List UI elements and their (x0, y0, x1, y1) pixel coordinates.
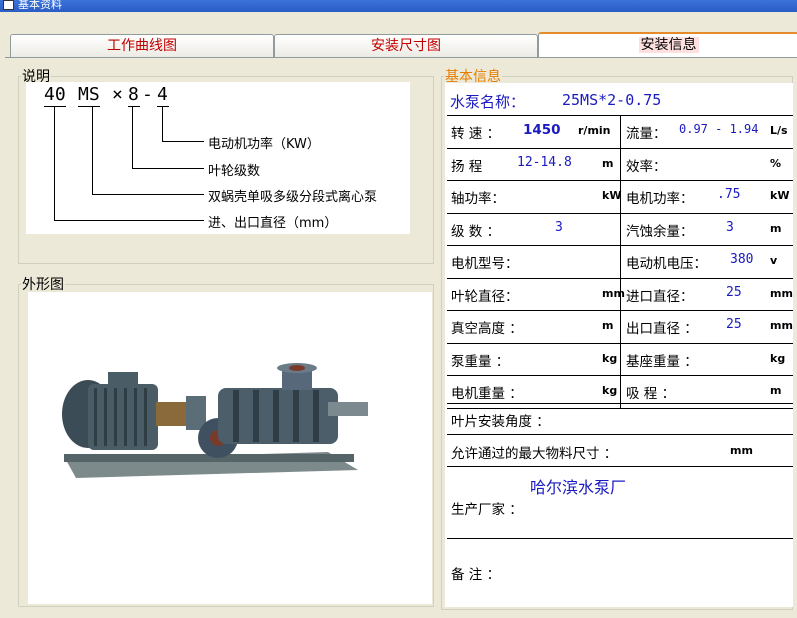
tab-install-info[interactable]: 安装信息 (538, 32, 797, 58)
pump-name-label: 水泵名称： (450, 93, 526, 111)
manufacturer-label: 生产厂家 ： (451, 502, 523, 518)
row-divider (447, 408, 793, 409)
spec-right-value: 25 (726, 285, 742, 300)
window-title-bar: 基本资料 (0, 0, 797, 12)
spec-right-value: 0.97 - 1.94 (679, 122, 759, 136)
window-title: 基本资料 (18, 0, 62, 11)
spec-right-unit: m (770, 384, 782, 397)
spec-left-label: 扬 程 (451, 159, 483, 175)
window-icon (3, 0, 14, 10)
spec-right-label: 出口直径 ： (626, 321, 698, 337)
leader-line (132, 168, 204, 169)
stages-description: 叶轮级数 (208, 164, 261, 179)
pump-image (28, 292, 432, 604)
max-particle-unit: mm (730, 444, 753, 457)
spec-left-unit: kg (602, 384, 618, 397)
spec-right-label: 进口直径： (626, 289, 694, 305)
spec-right-label: 效率： (626, 159, 667, 175)
spec-left-value: 12-14.8 (517, 155, 572, 170)
row-divider (447, 403, 793, 404)
pump-illustration (62, 363, 368, 478)
column-divider (620, 213, 621, 246)
remark-label: 备 注 ： (451, 567, 501, 583)
underline (128, 106, 140, 107)
leader-line (92, 194, 204, 195)
spec-right-unit: L/s (770, 124, 788, 137)
diameter-description: 进、出口直径（mm） (208, 216, 338, 231)
code-stages: 8 (128, 84, 139, 105)
row-divider (447, 434, 793, 435)
spec-right-value: 3 (726, 220, 734, 235)
spec-left-unit: r/min (578, 124, 611, 137)
underline (78, 106, 100, 107)
code-dash: - (142, 84, 153, 105)
manufacturer-value: 哈尔滨水泵厂 (530, 478, 627, 497)
explain-diagram: 40 MS × 8 - 4 电动机功率（KW） 叶轮级数 双蜗壳单吸多级分段式离… (26, 82, 410, 234)
spec-left-value: 3 (555, 220, 563, 235)
appearance-legend: 外形图 (22, 277, 64, 293)
row-divider (447, 466, 793, 467)
type-description: 双蜗壳单吸多级分段式离心泵 (208, 190, 378, 205)
tab-install-dimensions-label: 安装尺寸图 (371, 38, 441, 54)
spec-right-unit: kW (770, 189, 790, 202)
spec-right-label: 汽蚀余量： (626, 224, 694, 240)
spec-left-label: 叶轮直径： (451, 289, 519, 305)
spec-right-value: .75 (717, 187, 741, 202)
column-divider (620, 148, 621, 181)
spec-left-label: 电机重量 ： (451, 386, 523, 402)
column-divider (620, 245, 621, 278)
spec-right-label: 流量： (626, 126, 667, 142)
spec-right-unit: % (770, 157, 782, 170)
column-divider (620, 115, 621, 148)
spec-right-unit: m (770, 222, 782, 235)
tab-work-curve-label: 工作曲线图 (107, 38, 177, 54)
spec-right-label: 基座重量 ： (626, 354, 698, 370)
leader-line (162, 107, 163, 141)
spec-right-value: 380 (730, 252, 754, 267)
column-divider (620, 310, 621, 343)
spec-right-unit: mm (770, 287, 793, 300)
leader-line (92, 107, 93, 194)
spec-right-unit: mm (770, 319, 793, 332)
column-divider (620, 343, 621, 376)
leader-line (54, 220, 204, 221)
leader-line (132, 107, 133, 168)
spec-left-label: 级 数 ： (451, 224, 501, 240)
spec-right-label: 吸 程 ： (626, 386, 676, 402)
spec-left-label: 泵重量 ： (451, 354, 510, 370)
code-times: × (112, 84, 123, 105)
basic-info-panel (445, 83, 793, 607)
max-particle-label: 允许通过的最大物料尺寸 ： (451, 446, 618, 462)
leader-line (54, 107, 55, 220)
row-divider (447, 538, 793, 539)
code-type: MS (78, 84, 100, 105)
tab-work-curve[interactable]: 工作曲线图 (10, 34, 274, 57)
spec-left-unit: kW (602, 189, 622, 202)
spec-left-label: 轴功率： (451, 191, 505, 207)
leader-line (162, 141, 204, 142)
spec-left-unit: kg (602, 352, 618, 365)
spec-right-label: 电动机电压： (626, 256, 707, 272)
spec-left-label: 真空高度 ： (451, 321, 523, 337)
blade-angle-label: 叶片安装角度 ： (451, 414, 550, 430)
underline (44, 106, 66, 107)
spec-left-label: 电机型号： (451, 256, 519, 272)
spec-left-label: 转 速 ： (451, 126, 501, 142)
spec-left-unit: m (602, 157, 614, 170)
spec-right-unit: kg (770, 352, 786, 365)
code-power: 4 (157, 84, 168, 105)
spec-right-value: 25 (726, 317, 742, 332)
code-diameter: 40 (44, 84, 66, 105)
spec-left-unit: mm (602, 287, 625, 300)
spec-left-value: 1450 (523, 122, 561, 138)
tab-install-info-label: 安装信息 (638, 37, 699, 53)
pump-name-value: 25MS*2-0.75 (562, 91, 662, 109)
tab-strip: 工作曲线图 安装尺寸图 安装信息 (10, 32, 797, 58)
underline (157, 106, 169, 107)
spec-left-unit: m (602, 319, 614, 332)
power-description: 电动机功率（KW） (208, 137, 320, 152)
spec-right-label: 电机功率： (626, 191, 694, 207)
spec-right-unit: v (770, 254, 778, 267)
tab-install-dimensions[interactable]: 安装尺寸图 (274, 34, 538, 57)
